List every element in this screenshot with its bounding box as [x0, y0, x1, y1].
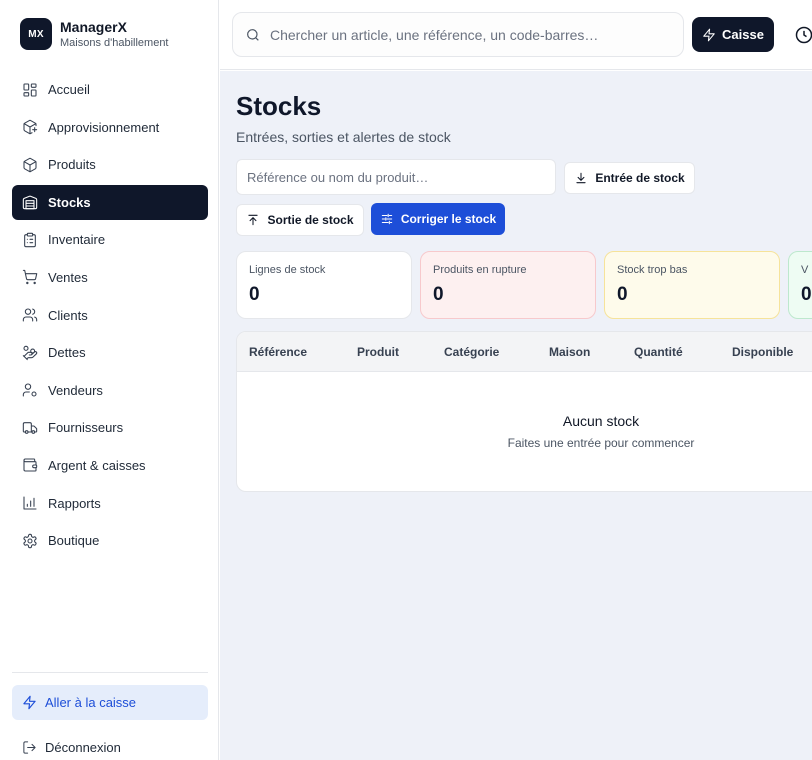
brand[interactable]: MX ManagerX Maisons d'habillement — [20, 18, 169, 50]
sidebar-item-argent-caisses[interactable]: Argent & caisses — [12, 448, 208, 483]
stat-value: 0 — [617, 284, 628, 305]
page-subtitle: Entrées, sorties et alertes de stock — [236, 129, 451, 145]
sidebar-item-clients[interactable]: Clients — [12, 298, 208, 333]
logout-button[interactable]: Déconnexion — [22, 738, 121, 756]
sidebar-item-label: Dettes — [48, 345, 86, 361]
stat-label: Produits en rupture — [433, 264, 527, 276]
sidebar: MX ManagerX Maisons d'habillement Accuei… — [0, 0, 219, 760]
bar-chart-icon — [22, 495, 38, 511]
sidebar-item-label: Approvisionnement — [48, 119, 160, 135]
sidebar-item-label: Argent & caisses — [48, 457, 146, 473]
sidebar-item-label: Clients — [48, 307, 88, 323]
stock-entry-button[interactable]: Entrée de stock — [564, 162, 695, 194]
warehouse-icon — [22, 194, 38, 210]
lightning-icon — [703, 28, 715, 41]
sidebar-item-label: Accueil — [48, 82, 90, 97]
sidebar-item-stocks[interactable]: Stocks — [12, 184, 208, 220]
page-title: Stocks — [236, 91, 322, 121]
truck-icon — [22, 420, 38, 436]
stat-card-stock-lines: Lignes de stock 0 — [236, 251, 412, 319]
sidebar-item-fournisseurs[interactable]: Fournisseurs — [12, 410, 208, 445]
stat-label: V — [801, 264, 809, 276]
stat-label: Lignes de stock — [249, 264, 326, 276]
hand-coins-icon — [22, 345, 38, 361]
caisse-button[interactable]: Caisse — [692, 17, 774, 52]
topbar: Chercher un article, une référence, un c… — [220, 0, 812, 70]
sliders-icon — [381, 213, 393, 225]
column-header-reference[interactable]: Référence — [249, 345, 307, 359]
stat-card-out-of-stock: Produits en rupture 0 — [420, 251, 596, 319]
upload-icon — [248, 214, 259, 226]
filter-placeholder: Référence ou nom du produit… — [247, 169, 429, 185]
sidebar-nav: Accueil Approvisionnement Produits Stock… — [12, 72, 208, 561]
users-icon — [22, 307, 38, 323]
search-icon — [247, 28, 259, 41]
column-header-quantity[interactable]: Quantité — [634, 345, 683, 359]
sidebar-item-label: Ventes — [48, 269, 88, 285]
sidebar-item-vendeurs[interactable]: Vendeurs — [12, 373, 208, 408]
sidebar-item-label: Boutique — [48, 533, 100, 549]
column-header-product[interactable]: Produit — [357, 345, 399, 359]
sidebar-item-label: Stocks — [48, 194, 91, 210]
stat-value: 0 — [433, 284, 444, 305]
sidebar-item-dettes[interactable]: Dettes — [12, 335, 208, 370]
sidebar-item-label: Fournisseurs — [48, 420, 124, 436]
brand-name: ManagerX — [60, 18, 127, 35]
sidebar-item-approvisionnement[interactable]: Approvisionnement — [12, 110, 208, 145]
sidebar-item-produits[interactable]: Produits — [12, 147, 208, 182]
sidebar-item-ventes[interactable]: Ventes — [12, 260, 208, 295]
product-filter-input[interactable]: Référence ou nom du produit… — [236, 159, 556, 195]
box-icon — [22, 157, 38, 173]
sidebar-item-boutique[interactable]: Boutique — [12, 523, 208, 558]
stat-card-low-stock: Stock trop bas 0 — [604, 251, 780, 319]
cart-icon — [22, 269, 38, 285]
empty-state-title: Aucun stock — [562, 413, 640, 429]
lightning-icon — [23, 695, 36, 710]
sidebar-item-accueil[interactable]: Accueil — [12, 72, 208, 107]
correct-stock-button[interactable]: Corriger le stock — [371, 203, 505, 235]
brand-logo: MX — [20, 18, 52, 50]
wallet-icon — [22, 457, 38, 473]
cash-link-label: Aller à la caisse — [45, 695, 137, 710]
caisse-label: Caisse — [722, 27, 764, 42]
column-header-category[interactable]: Catégorie — [444, 345, 499, 359]
stat-value: 0 — [801, 284, 812, 305]
stock-exit-label: Sortie de stock — [267, 213, 354, 227]
sidebar-item-label: Produits — [48, 157, 96, 173]
global-search-input[interactable]: Chercher un article, une référence, un c… — [232, 12, 684, 57]
logout-icon — [23, 740, 36, 754]
sidebar-item-label: Rapports — [48, 495, 101, 511]
package-plus-icon — [22, 119, 38, 135]
go-to-cash-register-button[interactable]: Aller à la caisse — [12, 685, 208, 720]
brand-subtitle: Maisons d'habillement — [60, 36, 169, 49]
stat-card-value: V 0 — [788, 251, 812, 319]
stock-table: Référence Produit Catégorie Maison Quant… — [236, 331, 812, 492]
table-header: Référence Produit Catégorie Maison Quant… — [237, 332, 812, 372]
column-header-available[interactable]: Disponible — [732, 345, 793, 359]
download-icon — [576, 172, 586, 184]
gear-icon — [22, 533, 38, 549]
brand-text: ManagerX Maisons d'habillement — [60, 19, 169, 50]
clipboard-icon — [22, 232, 38, 248]
column-header-house[interactable]: Maison — [549, 345, 590, 359]
stat-value: 0 — [249, 284, 260, 305]
empty-state-subtitle: Faites une entrée pour commencer — [507, 436, 695, 450]
sidebar-item-rapports[interactable]: Rapports — [12, 486, 208, 521]
history-icon[interactable] — [794, 25, 812, 45]
main-content: Stocks Entrées, sorties et alertes de st… — [220, 71, 812, 760]
stat-label: Stock trop bas — [617, 264, 688, 276]
correct-stock-label: Corriger le stock — [400, 212, 497, 226]
search-placeholder: Chercher un article, une référence, un c… — [270, 26, 599, 43]
sidebar-divider — [12, 672, 208, 673]
sidebar-item-label: Vendeurs — [48, 382, 103, 398]
stock-exit-button[interactable]: Sortie de stock — [236, 204, 364, 236]
logout-label: Déconnexion — [45, 739, 121, 755]
dashboard-icon — [22, 82, 38, 98]
stock-entry-label: Entrée de stock — [595, 171, 685, 185]
sidebar-item-inventaire[interactable]: Inventaire — [12, 222, 208, 257]
sidebar-item-label: Inventaire — [48, 232, 106, 248]
user-cog-icon — [22, 382, 38, 398]
